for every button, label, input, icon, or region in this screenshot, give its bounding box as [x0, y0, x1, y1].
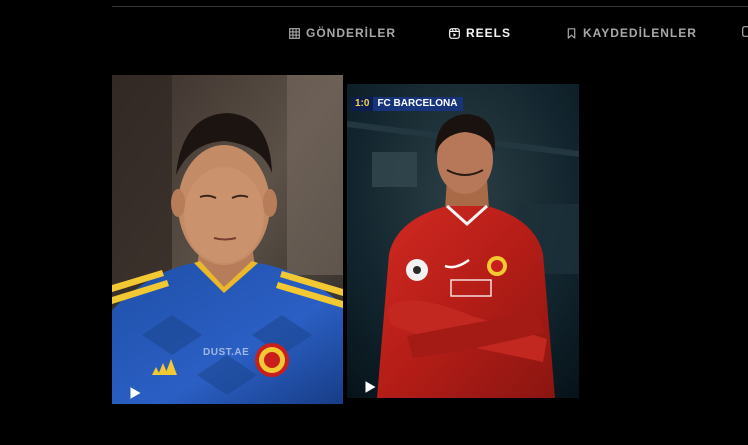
reel-watermark: DUST.AE: [203, 347, 250, 358]
profile-tab-bar: GÖNDERİLER REELS KAYDEDİLENLER: [0, 26, 748, 42]
play-icon: [128, 386, 142, 400]
scoreboard-score: 1:0: [351, 97, 374, 111]
play-icon: [363, 380, 377, 394]
tab-posts-label: GÖNDERİLER: [306, 26, 397, 40]
reel-thumbnail[interactable]: DUST.AE: [112, 75, 343, 404]
reels-icon: [449, 27, 460, 39]
grid-icon: [289, 27, 300, 39]
tab-reels-label: REELS: [466, 26, 512, 40]
tab-saved[interactable]: KAYDEDİLENLER: [566, 26, 697, 40]
tab-reels[interactable]: REELS: [449, 26, 511, 40]
reel-thumbnail-image: [347, 84, 579, 398]
reel-thumbnail[interactable]: 1:0 FC BARCELONA: [347, 84, 579, 398]
profile-reels-page: GÖNDERİLER REELS KAYDEDİLENLER DUST.AE 1…: [0, 0, 748, 445]
tab-saved-label: KAYDEDİLENLER: [583, 26, 697, 40]
bookmark-icon: [566, 27, 577, 39]
tab-posts[interactable]: GÖNDERİLER: [289, 26, 396, 40]
scoreboard-overlay: 1:0 FC BARCELONA: [351, 97, 464, 111]
tagged-icon: [742, 26, 748, 37]
tab-divider: [112, 6, 748, 7]
scoreboard-team: FC BARCELONA: [373, 97, 464, 111]
tab-tagged[interactable]: [742, 26, 748, 37]
